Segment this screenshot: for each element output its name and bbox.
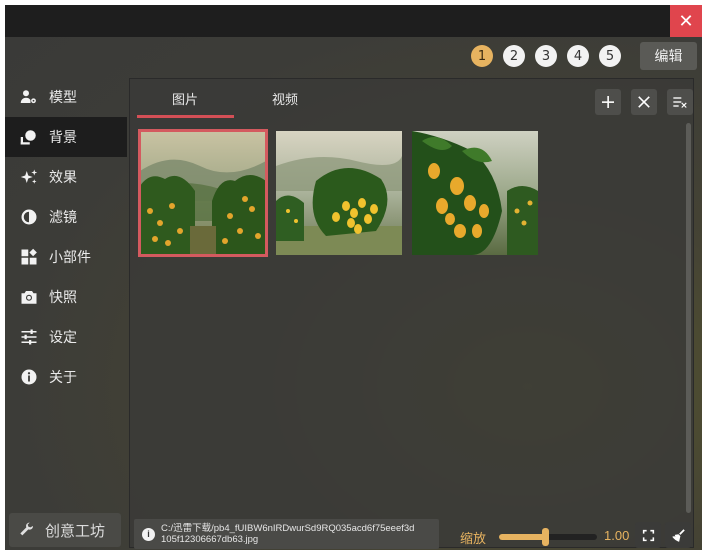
sidebar-item-settings[interactable]: 设定 (5, 317, 127, 357)
info-icon (19, 367, 39, 387)
remove-button[interactable] (631, 89, 657, 115)
background-panel: 图片 视频 i C:/迅雷下载/pb4_fUIBW6nIRDwurSd9RQ03… (129, 78, 694, 549)
zoom-slider-handle[interactable] (542, 528, 550, 546)
zoom-slider[interactable] (499, 528, 597, 546)
file-path-box: i C:/迅雷下载/pb4_fUIBW6nIRDwurSd9RQ035acd6f… (134, 519, 439, 549)
sidebar-item-widgets[interactable]: 小部件 (5, 237, 127, 277)
workshop-label: 创意工坊 (45, 522, 106, 540)
active-tab-indicator (137, 115, 234, 118)
sidebar-item-label: 滤镜 (49, 209, 77, 225)
zoom-slider-fill (499, 534, 546, 540)
settings-sliders-icon (19, 327, 39, 347)
page-selector: 1 2 3 4 5 (471, 45, 621, 67)
filter-icon (19, 207, 39, 227)
sidebar-item-filters[interactable]: 滤镜 (5, 197, 127, 237)
clear-list-icon (673, 97, 687, 108)
file-path-line-2: 105f12306667db63.jpg (161, 534, 259, 545)
info-icon: i (142, 527, 155, 541)
zoom-value: 1.00 (604, 528, 630, 543)
title-bar[interactable]: ✕ (5, 5, 702, 37)
tab-videos[interactable]: 视频 (235, 79, 335, 117)
page-dot-1[interactable]: 1 (471, 45, 493, 67)
status-bar: i C:/迅雷下载/pb4_fUIBW6nIRDwurSd9RQ035acd6f… (130, 517, 693, 549)
fullscreen-icon (642, 529, 654, 541)
sidebar-item-label: 模型 (49, 89, 77, 105)
clear-all-button[interactable] (667, 89, 693, 115)
add-button[interactable] (595, 89, 621, 115)
tab-images[interactable]: 图片 (135, 79, 235, 117)
background-icon (19, 127, 39, 147)
sidebar-item-model[interactable]: 模型 (5, 77, 127, 117)
sidebar-item-effects[interactable]: 效果 (5, 157, 127, 197)
camera-icon (19, 287, 39, 307)
sidebar-item-label: 快照 (49, 289, 77, 305)
workshop-button[interactable]: 创意工坊 (9, 513, 121, 547)
page-dot-3[interactable]: 3 (535, 45, 557, 67)
plus-icon (602, 96, 614, 108)
vertical-scrollbar[interactable] (686, 123, 691, 513)
zoom-label: 缩放 (460, 531, 487, 546)
close-icon (638, 96, 650, 108)
clean-button[interactable] (665, 522, 691, 548)
sidebar-item-about[interactable]: 关于 (5, 357, 127, 397)
file-path-line-1: C:/迅雷下载/pb4_fUIBW6nIRDwurSd9RQ035acd6f75… (161, 523, 415, 534)
thumbnail-mango-fruit[interactable] (412, 131, 538, 255)
page-dot-2[interactable]: 2 (503, 45, 525, 67)
sidebar-item-label: 关于 (49, 369, 77, 385)
edit-button[interactable]: 编辑 (640, 42, 697, 70)
sidebar-item-label: 设定 (49, 329, 77, 345)
close-button[interactable]: ✕ (670, 5, 702, 37)
app-window: ✕ 1 2 3 4 5 编辑 模型 背景 效果 滤镜 小部件 快照 设定 关于 … (5, 5, 702, 550)
panel-toolbar (595, 89, 693, 115)
file-path: C:/迅雷下载/pb4_fUIBW6nIRDwurSd9RQ035acd6f75… (161, 523, 414, 545)
thumbnail-mango-tree[interactable] (276, 131, 402, 255)
page-dot-5[interactable]: 5 (599, 45, 621, 67)
page-dot-4[interactable]: 4 (567, 45, 589, 67)
sidebar-item-label: 小部件 (49, 249, 91, 265)
wrench-icon (20, 522, 34, 536)
sidebar-item-label: 效果 (49, 169, 77, 185)
thumbnail-grid (138, 129, 538, 257)
widget-icon (19, 247, 39, 267)
thumbnail-mango-orchard[interactable] (138, 129, 268, 257)
sidebar-item-background[interactable]: 背景 (5, 117, 127, 157)
model-icon (19, 87, 39, 107)
sidebar-item-snapshot[interactable]: 快照 (5, 277, 127, 317)
sparkle-icon (19, 167, 39, 187)
sidebar-item-label: 背景 (49, 129, 77, 145)
broom-icon (671, 528, 685, 542)
sidebar: 模型 背景 效果 滤镜 小部件 快照 设定 关于 (5, 77, 127, 397)
fullscreen-button[interactable] (635, 522, 661, 548)
